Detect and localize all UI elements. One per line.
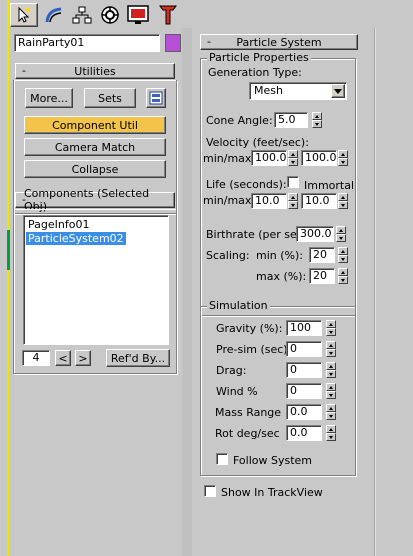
follow-system-checkbox[interactable]: [216, 453, 228, 465]
scaling-max-field[interactable]: 20: [309, 268, 335, 284]
refd-by-button[interactable]: Ref'd By...: [106, 349, 170, 367]
life-max-field[interactable]: 10.0: [301, 193, 337, 209]
immortal-label: Immortal: [304, 179, 355, 192]
life-max-spinner[interactable]: [338, 193, 348, 209]
drag-spinner[interactable]: [326, 362, 336, 378]
collapse-minus-icon: -: [22, 193, 26, 206]
birthrate-field[interactable]: 300.0: [296, 226, 334, 242]
component-count-field[interactable]: 4: [22, 350, 50, 366]
rot-field[interactable]: 0.0: [286, 425, 322, 441]
velocity-min-field[interactable]: 100.0: [251, 150, 287, 166]
hierarchy-tab-icon[interactable]: [68, 3, 96, 27]
motion-tab-icon[interactable]: [96, 3, 124, 27]
collapse-minus-icon: -: [207, 35, 211, 48]
scaling-min-field[interactable]: 20: [309, 247, 335, 263]
components-list[interactable]: PageInfo01 ParticleSystem02: [23, 215, 169, 345]
display-tab-icon[interactable]: [124, 3, 152, 27]
list-item-label: PageInfo01: [28, 218, 90, 231]
list-item-selected[interactable]: ParticleSystem02: [26, 232, 126, 245]
object-color-swatch[interactable]: [165, 34, 181, 52]
mass-range-label: Mass Range: [215, 406, 282, 419]
cone-angle-spinner[interactable]: [312, 112, 322, 128]
particle-properties-title: Particle Properties: [207, 51, 311, 64]
life-label: Life (seconds):: [206, 178, 287, 191]
generation-type-label: Generation Type:: [208, 66, 302, 79]
configure-sets-icon: [149, 91, 163, 105]
gravity-label: Gravity (%):: [216, 322, 283, 335]
velocity-min-spinner[interactable]: [288, 150, 298, 166]
drag-label: Drag:: [216, 364, 247, 377]
rot-label: Rot deg/sec: [215, 427, 280, 440]
cone-angle-field[interactable]: 5.0: [274, 112, 308, 128]
components-rollout-header[interactable]: - Components (Selected Obj): [15, 187, 175, 213]
presim-label: Pre-sim (sec):: [216, 343, 292, 356]
scaling-min-label: min (%):: [256, 249, 303, 262]
generation-type-value: Mesh: [254, 84, 283, 97]
next-component-button[interactable]: >: [75, 350, 91, 366]
velocity-max-field[interactable]: 100.0: [301, 150, 337, 166]
prev-component-button[interactable]: <: [55, 350, 71, 366]
scaling-min-spinner[interactable]: [338, 247, 348, 263]
presim-field[interactable]: 0: [286, 341, 322, 357]
component-util-button[interactable]: Component Util: [24, 116, 166, 134]
particle-system-rollout-header[interactable]: - Particle System: [200, 34, 358, 50]
wind-field[interactable]: 0: [286, 383, 322, 399]
show-in-trackview-checkbox[interactable]: [204, 485, 216, 497]
scaling-max-spinner[interactable]: [338, 268, 348, 284]
follow-system-label: Follow System: [233, 454, 313, 467]
life-min-spinner[interactable]: [288, 193, 298, 209]
modify-tab-icon[interactable]: [40, 3, 68, 27]
velocity-label: Velocity (feet/sec):: [206, 136, 309, 149]
create-tab-icon[interactable]: [10, 3, 38, 27]
left-panel: RainParty01 - Utilities More... Sets Com…: [10, 28, 182, 556]
list-item-label: ParticleSystem02: [28, 232, 124, 245]
velocity-max-spinner[interactable]: [338, 150, 348, 166]
collapse-minus-icon: -: [22, 64, 26, 77]
life-min-field[interactable]: 10.0: [251, 193, 287, 209]
velocity-minmax-label: min/max:: [203, 152, 256, 165]
life-minmax-label: min/max:: [203, 194, 256, 207]
more-button[interactable]: More...: [25, 88, 73, 108]
immortal-checkbox[interactable]: [287, 176, 299, 188]
right-panel: - Particle System Particle Properties Ge…: [192, 28, 368, 556]
utilities-tab-icon[interactable]: [154, 3, 182, 27]
drag-field[interactable]: 0: [286, 362, 322, 378]
command-panel-tabs: [10, 0, 190, 28]
object-name-field[interactable]: RainParty01: [14, 34, 160, 52]
show-in-trackview-label: Show In TrackView: [221, 486, 323, 499]
mass-range-spinner[interactable]: [326, 404, 336, 420]
chevron-down-icon: [334, 88, 342, 94]
collapse-button[interactable]: Collapse: [24, 160, 166, 178]
configure-sets-button[interactable]: [146, 88, 166, 108]
cone-angle-label: Cone Angle:: [206, 114, 273, 127]
mass-range-field[interactable]: 0.0: [286, 404, 322, 420]
utilities-rollout-header[interactable]: - Utilities: [15, 63, 175, 79]
presim-spinner[interactable]: [326, 341, 336, 357]
simulation-title: Simulation: [207, 299, 270, 312]
scaling-label: Scaling:: [206, 249, 250, 262]
scaling-max-label: max (%):: [256, 270, 307, 283]
birthrate-spinner[interactable]: [336, 226, 346, 242]
dropdown-arrow-button[interactable]: [331, 84, 345, 98]
list-item[interactable]: PageInfo01: [27, 218, 90, 231]
gravity-spinner[interactable]: [326, 320, 336, 336]
panel-divider: [374, 28, 376, 556]
camera-match-button[interactable]: Camera Match: [24, 138, 166, 156]
panel-scroll-gap: [182, 28, 192, 556]
particle-system-header-label: Particle System: [236, 35, 322, 49]
wind-label: Wind %: [216, 385, 258, 398]
rot-spinner[interactable]: [326, 425, 336, 441]
wind-spinner[interactable]: [326, 383, 336, 399]
generation-type-dropdown[interactable]: Mesh: [249, 82, 347, 100]
viewport-edge: [0, 0, 9, 556]
sets-button[interactable]: Sets: [84, 88, 136, 108]
utilities-header-label: Utilities: [74, 64, 116, 78]
gravity-field[interactable]: 100: [286, 320, 322, 336]
